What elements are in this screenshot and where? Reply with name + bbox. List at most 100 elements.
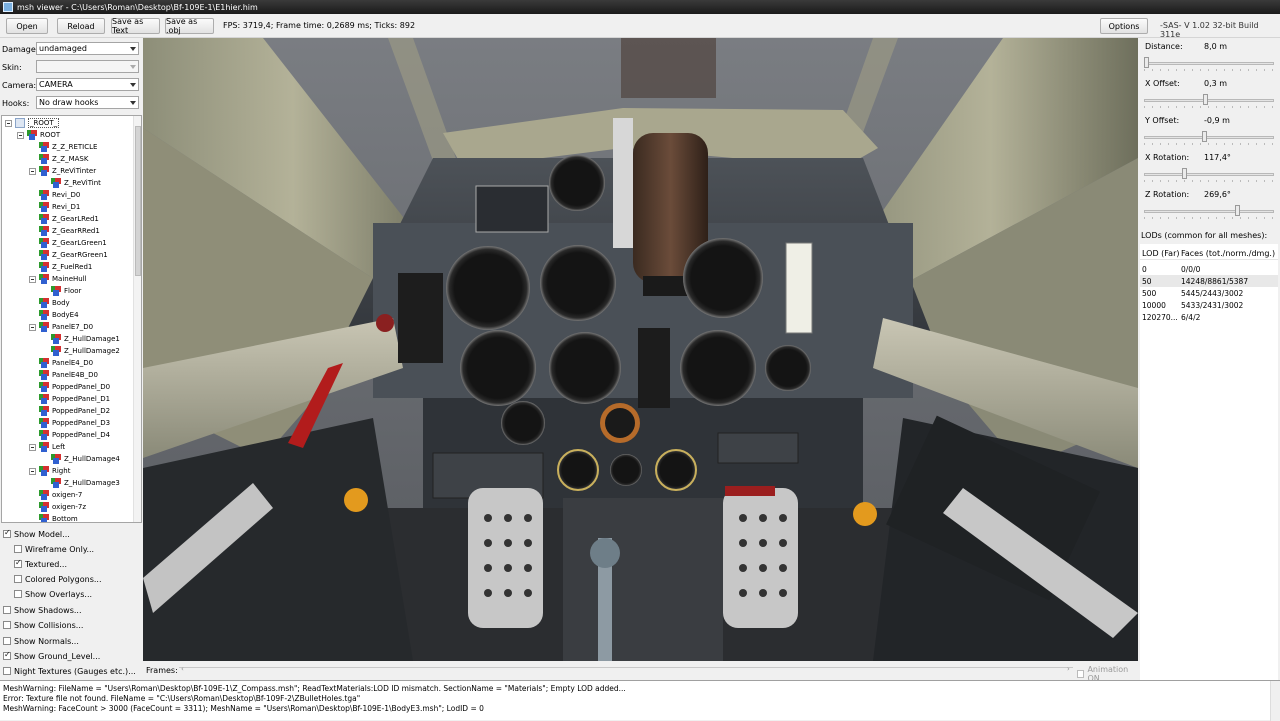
wireframe-checkbox[interactable] (14, 545, 22, 553)
tree-node[interactable]: Body (29, 297, 70, 309)
tree-node[interactable]: PanelE4_D0 (29, 357, 93, 369)
tree-scrollbar[interactable] (133, 116, 141, 522)
log-scrollbar[interactable] (1270, 681, 1280, 721)
collapse-icon[interactable] (29, 275, 36, 283)
distance-track[interactable] (1144, 62, 1274, 65)
skin-select[interactable] (36, 60, 139, 73)
tree-node[interactable]: PoppedPanel_D1 (29, 393, 110, 405)
textured-checkbox[interactable] (14, 558, 22, 568)
tree-node[interactable]: ROOT (17, 129, 60, 141)
app-icon (3, 2, 13, 12)
lod-header-faces[interactable]: Faces (tot./norm./dmg.) (1181, 249, 1275, 258)
night-textures-option[interactable]: Night Textures (Gauges etc.)... (3, 664, 136, 678)
lod-row[interactable]: 120270... 6/4/2 (1140, 311, 1278, 323)
frames-slider[interactable] (179, 667, 1073, 674)
tree-node[interactable]: PoppedPanel_D0 (29, 381, 110, 393)
tree-node[interactable]: oxigen-7 (29, 489, 82, 501)
tree-node[interactable]: PoppedPanel_D2 (29, 405, 110, 417)
save-as-text-button[interactable]: Save as Text (111, 17, 160, 35)
lod-row[interactable]: 10000 5433/2431/3002 (1140, 299, 1278, 311)
collapse-icon[interactable] (29, 323, 36, 331)
mesh-tree[interactable]: _ROOT_ ROOT Z_Z_RETICLE Z_Z_MASK Z_ReViTinte… (1, 115, 142, 523)
show-collisions-option[interactable]: Show Collisions... (3, 618, 83, 632)
show-normals-checkbox[interactable] (3, 637, 11, 645)
tree-node[interactable]: Bottom (29, 513, 78, 522)
save-as-obj-button[interactable]: Save as .obj (165, 17, 214, 35)
tree-node[interactable]: Z_ReViTinter (29, 165, 96, 177)
tree-node[interactable]: _ROOT_ (5, 117, 60, 129)
tree-node[interactable]: Z_HullDamage4 (41, 453, 120, 465)
tree-node[interactable]: PanelE4B_D0 (29, 369, 98, 381)
show-model-checkbox[interactable] (3, 528, 11, 538)
damage-select[interactable]: undamaged (36, 42, 139, 55)
lod-header-far[interactable]: LOD (Far) (1142, 249, 1179, 258)
tree-node[interactable]: Z_GearRRed1 (29, 225, 100, 237)
collapse-icon[interactable] (5, 119, 12, 127)
show-overlays-checkbox[interactable] (14, 590, 22, 598)
show-shadows-checkbox[interactable] (3, 606, 11, 614)
tree-node[interactable]: Revi_D1 (29, 201, 80, 213)
xoffset-track[interactable] (1144, 99, 1274, 102)
tree-node[interactable]: Revi_D0 (29, 189, 80, 201)
show-model-option[interactable]: Show Model... (3, 527, 70, 541)
show-ground-option[interactable]: Show Ground_Level... (3, 649, 100, 663)
distance-knob[interactable] (1144, 57, 1149, 68)
zrotation-track[interactable] (1144, 210, 1274, 213)
lod-row[interactable]: 0 0/0/0 (1140, 263, 1278, 275)
show-collisions-checkbox[interactable] (3, 621, 11, 629)
tree-node[interactable]: Z_ReViTint (41, 177, 101, 189)
show-normals-option[interactable]: Show Normals... (3, 634, 79, 648)
tree-node[interactable]: PoppedPanel_D3 (29, 417, 110, 429)
tree-node[interactable]: BodyE4 (29, 309, 79, 321)
lod-row[interactable]: 500 5445/2443/3002 (1140, 287, 1278, 299)
textured-option[interactable]: Textured... (14, 557, 67, 571)
xrotation-track[interactable] (1144, 173, 1274, 176)
log-panel[interactable]: MeshWarning: FileName = "Users\Roman\Des… (0, 680, 1280, 721)
tree-node[interactable]: Z_GearRGreen1 (29, 249, 108, 261)
tree-node[interactable]: Z_HullDamage3 (41, 477, 120, 489)
frames-left-arrow-icon[interactable]: ‹ (181, 665, 184, 673)
wireframe-option[interactable]: Wireframe Only... (14, 542, 94, 556)
tree-node[interactable]: Z_GearLRed1 (29, 213, 99, 225)
yoffset-knob[interactable] (1201, 131, 1207, 142)
animation-checkbox[interactable] (1077, 670, 1085, 678)
yoffset-track[interactable] (1144, 136, 1274, 139)
3d-viewport[interactable] (143, 38, 1138, 661)
open-button[interactable]: Open (6, 18, 48, 34)
collapse-icon[interactable] (29, 443, 36, 451)
collapse-icon[interactable] (29, 167, 36, 175)
reload-button[interactable]: Reload (57, 18, 105, 34)
frames-right-arrow-icon[interactable]: › (1067, 665, 1070, 673)
colored-polygons-checkbox[interactable] (14, 575, 22, 583)
tree-node[interactable]: PoppedPanel_D4 (29, 429, 110, 441)
cockpit-render[interactable] (143, 38, 1138, 661)
tree-node[interactable]: Floor (41, 285, 81, 297)
collapse-icon[interactable] (17, 131, 24, 139)
tree-node[interactable]: MaineHull (29, 273, 87, 285)
tree-node[interactable]: Z_HullDamage1 (41, 333, 120, 345)
lod-row[interactable]: 50 14248/8861/5387 (1140, 275, 1278, 287)
xrotation-knob[interactable] (1181, 168, 1187, 179)
hooks-select[interactable]: No draw hooks (36, 96, 139, 109)
tree-node[interactable]: Right (29, 465, 70, 477)
tree-node[interactable]: Z_Z_MASK (29, 153, 88, 165)
tree-scroll-thumb[interactable] (135, 126, 141, 276)
show-overlays-option[interactable]: Show Overlays... (14, 587, 92, 601)
camera-select[interactable]: CAMERA (36, 78, 139, 91)
tree-node[interactable]: Z_FuelRed1 (29, 261, 92, 273)
tree-node[interactable]: PanelE7_D0 (29, 321, 93, 333)
tree-node[interactable]: Left (29, 441, 65, 453)
tree-node[interactable]: oxigen-7z (29, 501, 86, 513)
lod-table[interactable]: LOD (Far) Faces (tot./norm./dmg.) 0 0/0/0… (1140, 244, 1278, 681)
colored-polygons-option[interactable]: Colored Polygons... (14, 572, 101, 586)
options-button[interactable]: Options (1100, 18, 1148, 34)
xoffset-knob[interactable] (1202, 94, 1208, 105)
show-shadows-option[interactable]: Show Shadows... (3, 603, 82, 617)
zrotation-knob[interactable] (1235, 205, 1241, 216)
night-textures-checkbox[interactable] (3, 667, 11, 675)
show-ground-checkbox[interactable] (3, 650, 11, 660)
tree-node[interactable]: Z_GearLGreen1 (29, 237, 107, 249)
tree-node[interactable]: Z_Z_RETICLE (29, 141, 97, 153)
collapse-icon[interactable] (29, 467, 36, 475)
tree-node[interactable]: Z_HullDamage2 (41, 345, 120, 357)
